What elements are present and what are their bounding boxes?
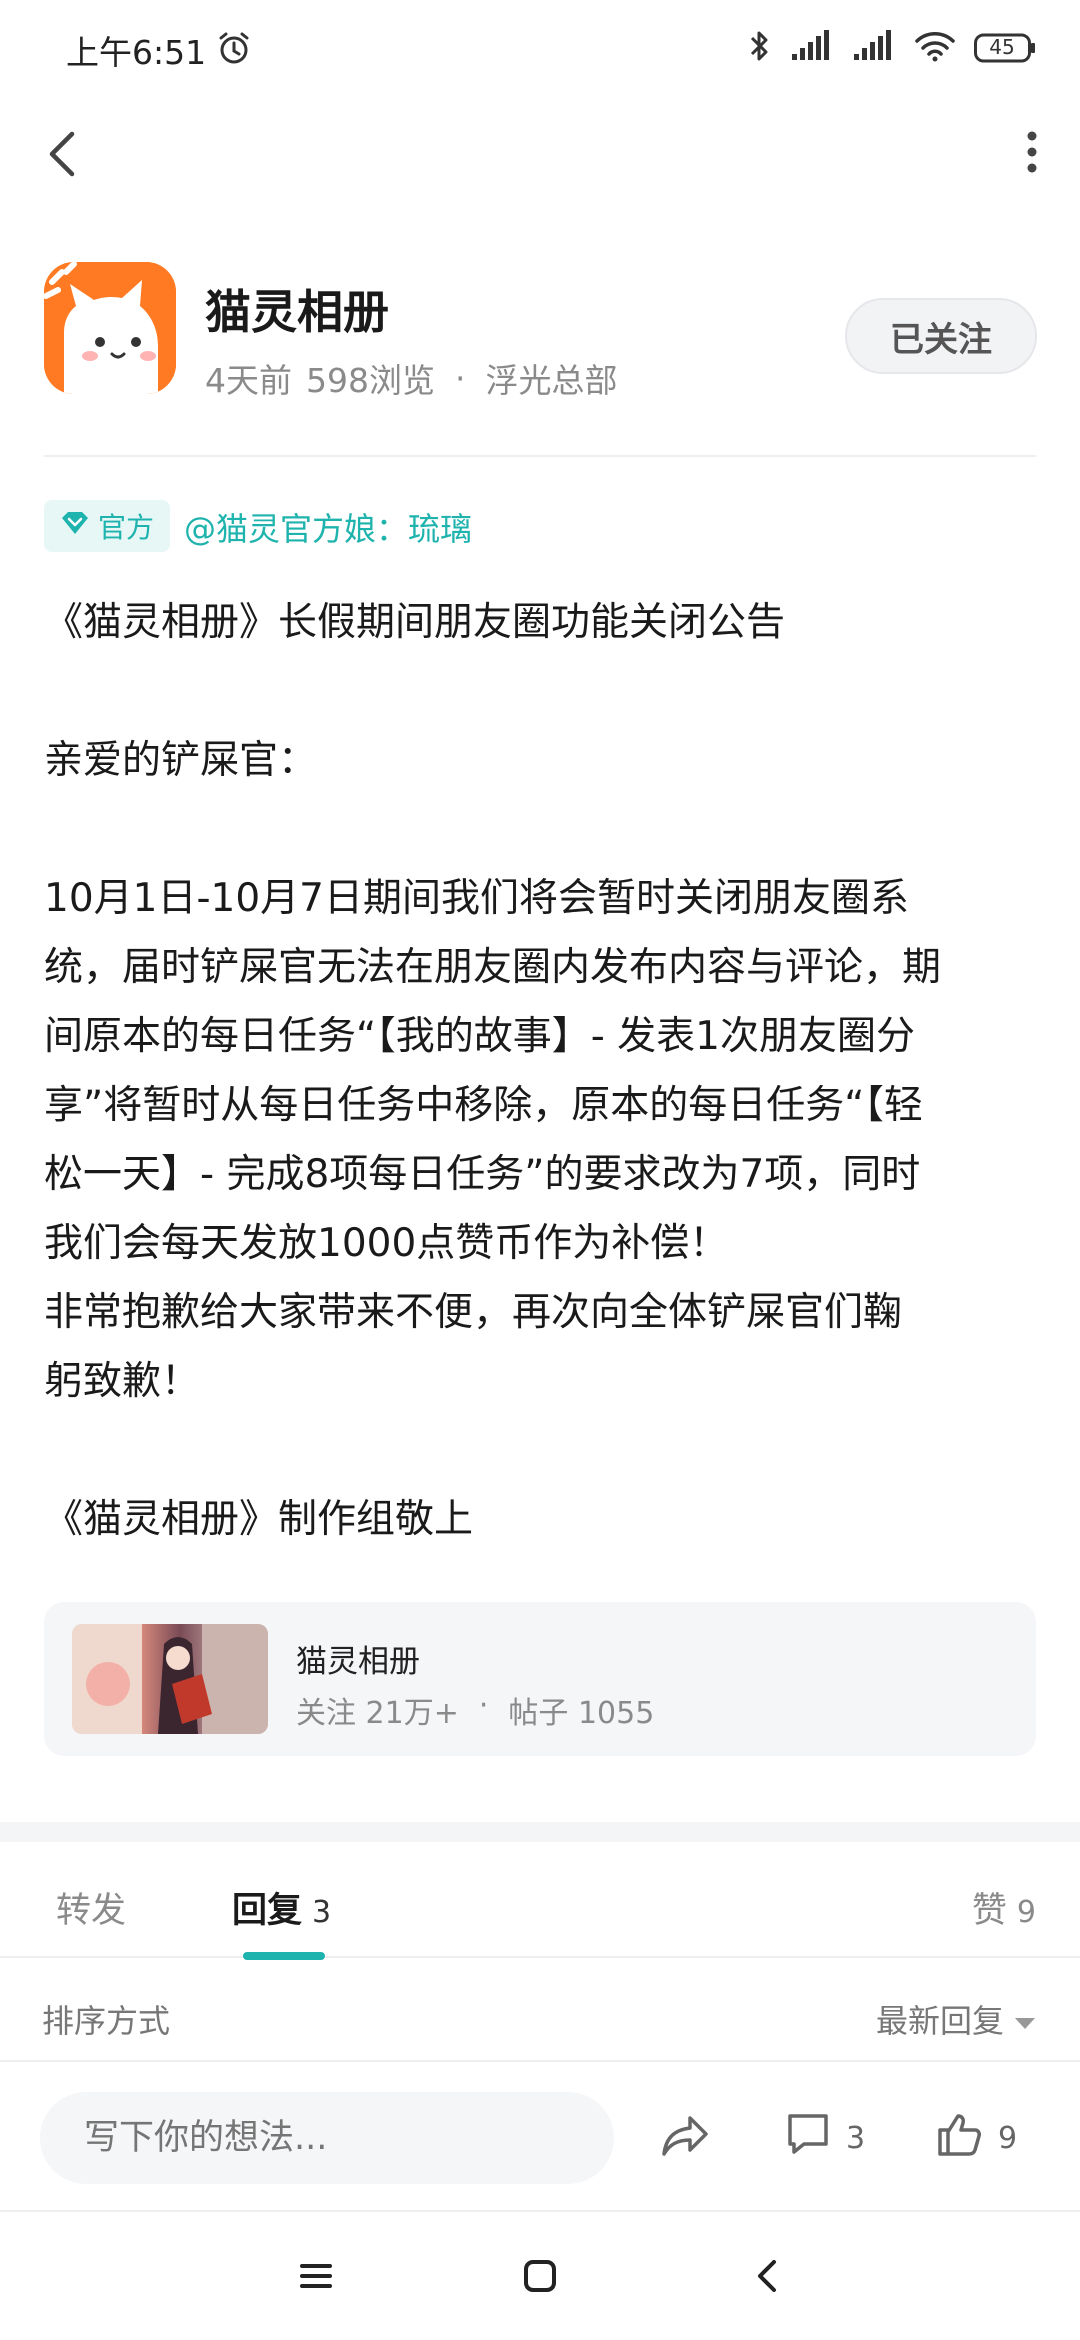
sort-row: 排序方式 最新回复: [0, 1960, 1080, 2062]
tab-label: 回复: [232, 1891, 303, 1931]
follow-button[interactable]: 已关注: [845, 298, 1037, 374]
official-handle-link[interactable]: @猫灵官方娘：琉璃: [184, 504, 472, 550]
alarm-icon: [216, 30, 252, 70]
like-count: 9: [998, 2120, 1018, 2156]
sort-value: 最新回复: [875, 2002, 1004, 2040]
view-count: 598浏览: [306, 361, 435, 400]
battery-icon: 45: [974, 33, 1036, 63]
tab-reply[interactable]: 回复 3: [232, 1882, 331, 1933]
home-square-icon[interactable]: [522, 2258, 558, 2298]
post-time: 4天前: [205, 361, 292, 400]
post-title: 《猫灵相册》长假期间朋友圈功能关闭公告: [44, 600, 786, 645]
tab-label: 转发: [56, 1891, 127, 1931]
signal-icon: [790, 30, 834, 66]
avatar[interactable]: [44, 262, 176, 394]
comment-button[interactable]: 3: [784, 2110, 865, 2166]
diamond-icon: [60, 510, 90, 543]
battery-level: 45: [989, 35, 1015, 59]
signal-icon: [852, 30, 896, 66]
post-line: 躬致歉！: [44, 1359, 201, 1404]
circle-thumbnail: [72, 1624, 268, 1734]
share-icon: [660, 2110, 712, 2170]
post-line: 非常抱歉给大家带来不便，再次向全体铲屎官们鞠: [44, 1290, 903, 1335]
meta-separator: ·: [455, 358, 466, 398]
post-line: 松一天】- 完成8项每日任务”的要求改为7项，同时: [44, 1152, 921, 1197]
bluetooth-icon: [748, 28, 772, 68]
system-back-icon[interactable]: [750, 2258, 786, 2298]
thumbs-up-icon: [936, 2110, 984, 2166]
divider: [44, 455, 1036, 457]
comment-icon: [784, 2110, 832, 2166]
post-line: 亲爱的铲屎官：: [44, 738, 318, 783]
reply-tabs: 转发 回复 3 赞9: [0, 1842, 1080, 1958]
meta-separator: ·: [478, 1688, 489, 1723]
sort-label: 排序方式: [42, 2002, 171, 2040]
circle-stats: 关注 21万+ · 帖子 1055: [296, 1688, 654, 1732]
active-tab-indicator: [243, 1952, 325, 1960]
post-line: 享”将暂时从每日任务中移除，原本的每日任务“【轻: [44, 1083, 923, 1128]
post-line: 我们会每天发放1000点赞币作为补偿！: [44, 1221, 729, 1266]
circle-name: 猫灵相册: [296, 1644, 420, 1680]
official-label: 官方: [98, 511, 155, 544]
post-signature: 《猫灵相册》制作组敬上: [44, 1497, 474, 1542]
author-name[interactable]: 猫灵相册: [205, 276, 389, 342]
post-body: 《猫灵相册》长假期间朋友圈功能关闭公告 亲爱的铲屎官： 10月1日-10月7日期…: [44, 588, 1044, 1554]
post-meta: 4天前 598浏览 · 浮光总部: [205, 354, 618, 402]
section-separator: [0, 1822, 1080, 1842]
tab-repost[interactable]: 转发: [56, 1882, 126, 1933]
post-section[interactable]: 浮光总部: [486, 354, 618, 402]
sort-dropdown[interactable]: 最新回复: [876, 1996, 1036, 2042]
more-vertical-icon[interactable]: [1020, 128, 1044, 176]
tab-like[interactable]: 赞9: [972, 1882, 1036, 1933]
like-button[interactable]: 9: [936, 2110, 1017, 2166]
post-line: 间原本的每日任务“【我的故事】- 发表1次朋友圈分: [44, 1014, 915, 1059]
status-bar: 上午6:51 45: [0, 0, 1080, 96]
post-line: 10月1日-10月7日期间我们将会暂时关闭朋友圈系: [44, 876, 909, 921]
like-count: 9: [1016, 1895, 1036, 1930]
circle-posts: 帖子 1055: [508, 1696, 655, 1731]
comment-count: 3: [846, 2120, 866, 2156]
comment-input[interactable]: [40, 2092, 614, 2184]
reply-count: 3: [312, 1895, 332, 1930]
dropdown-triangle-icon: [1014, 2000, 1036, 2038]
circle-followers: 关注 21万+: [296, 1696, 459, 1731]
wifi-icon: [914, 30, 956, 66]
circle-card[interactable]: 猫灵相册 关注 21万+ · 帖子 1055: [44, 1602, 1036, 1756]
menu-icon[interactable]: [298, 2258, 334, 2298]
action-bar: 3 9: [0, 2064, 1080, 2212]
tab-label: 赞: [971, 1891, 1007, 1931]
back-arrow-icon[interactable]: [38, 120, 86, 184]
post-line: 统，届时铲屎官无法在朋友圈内发布内容与评论，期: [44, 945, 942, 990]
share-button[interactable]: [660, 2110, 712, 2170]
status-time: 上午6:51: [66, 33, 207, 72]
official-badge: 官方: [44, 500, 171, 552]
system-nav-bar: [0, 2212, 1080, 2340]
